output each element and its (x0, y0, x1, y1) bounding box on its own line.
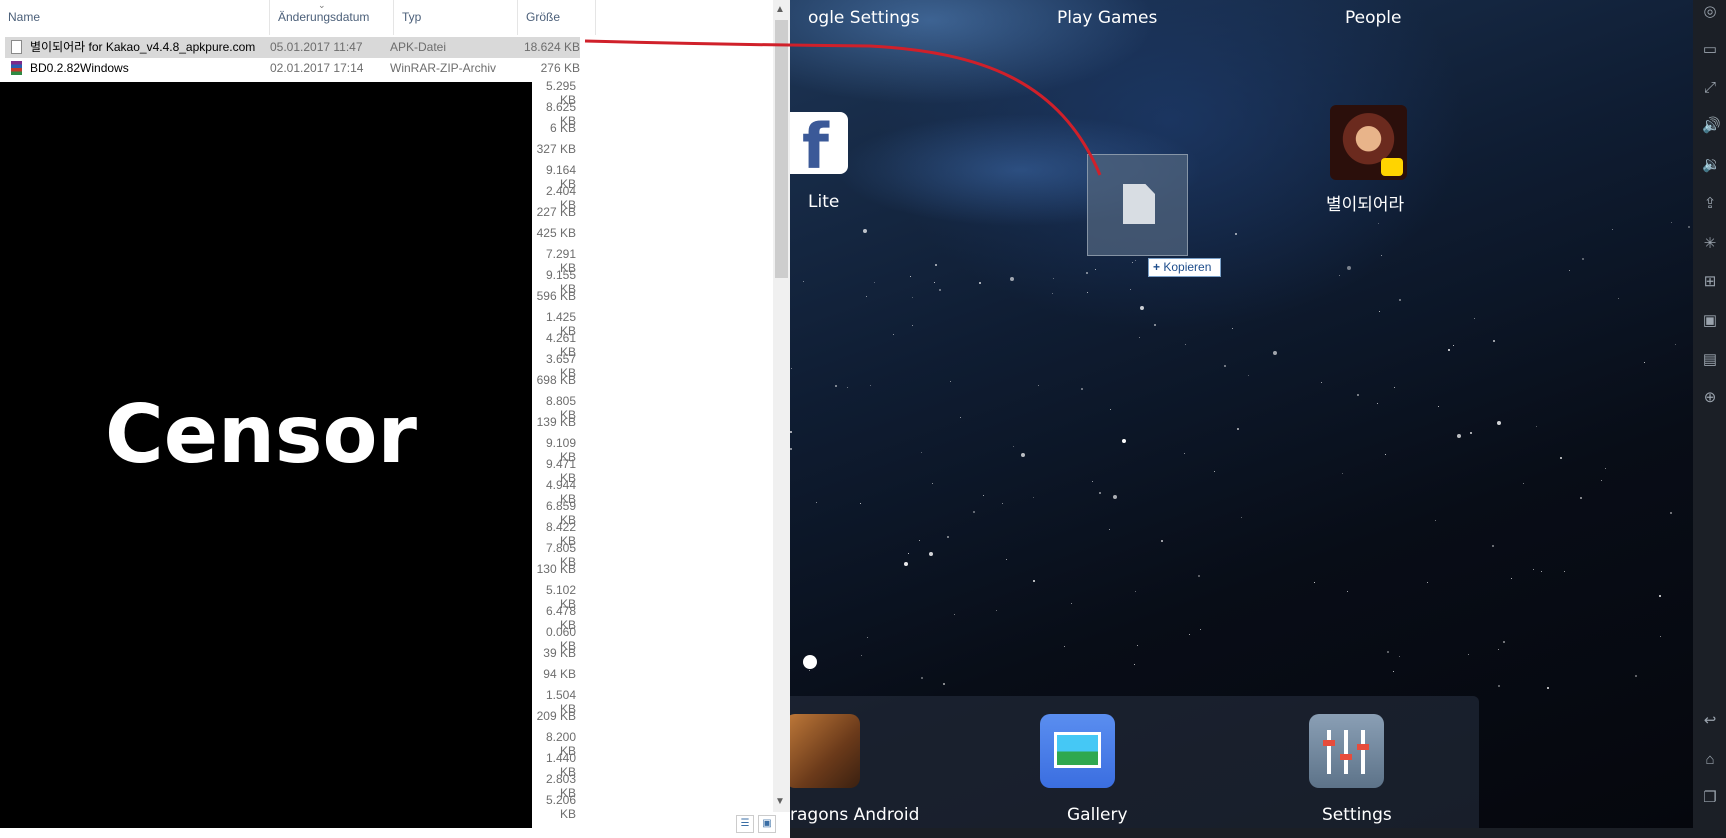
app-play-games-label[interactable]: Play Games (1057, 8, 1157, 28)
volume-down-icon[interactable]: 🔉 (1702, 157, 1721, 173)
fullscreen-icon[interactable]: ⤢ (1702, 80, 1718, 96)
file-size: 18.624 KB (523, 40, 580, 54)
file-size: 130 KB (536, 562, 576, 576)
app-people-label[interactable]: People (1345, 8, 1401, 28)
details-view-icon[interactable]: ☰ (736, 815, 754, 833)
emulator-sidebar: ◎ ▭ ⤢ 🔊 🔉 ⇪ ✳ ⊞ ▣ ▤ ⊕ ↩ ⌂ ❐ (1693, 0, 1726, 838)
column-header-size[interactable]: Größe (518, 0, 596, 35)
dragons-android-icon[interactable] (790, 714, 860, 788)
column-header-type[interactable]: Typ (394, 0, 518, 35)
censor-label: Censor (105, 388, 417, 481)
sort-arrow-icon: ⌄ (318, 0, 326, 10)
back-icon[interactable]: ↩ (1702, 713, 1718, 729)
app-dragons-android-label[interactable]: ragons Android (790, 805, 919, 825)
file-size: 6 KB (549, 121, 576, 135)
settings-icon[interactable] (1309, 714, 1384, 788)
file-date: 05.01.2017 11:47 (270, 40, 363, 54)
camera-icon[interactable]: ▣ (1702, 313, 1718, 329)
toolbox-icon[interactable]: ▤ (1702, 352, 1718, 368)
app-settings-label[interactable]: Settings (1322, 805, 1392, 825)
app-gallery-label[interactable]: Gallery (1067, 805, 1128, 825)
app-google-settings-label[interactable]: ogle Settings (808, 8, 920, 28)
facebook-lite-icon[interactable]: f (790, 110, 848, 183)
file-size: 596 KB (536, 289, 576, 303)
file-size: 39 KB (543, 646, 576, 660)
kakao-badge-icon (1381, 158, 1403, 176)
file-row[interactable]: BD0.2.82Windows 02.01.2017 17:14 WinRAR-… (5, 58, 580, 79)
add-icon[interactable]: ⊕ (1702, 390, 1718, 406)
file-size: 327 KB (536, 142, 576, 156)
document-file-icon (11, 40, 22, 54)
shake-icon[interactable]: ✳ (1702, 236, 1718, 252)
home-icon[interactable]: ⌂ (1702, 752, 1718, 768)
file-date: 02.01.2017 17:14 (270, 61, 364, 75)
volume-up-icon[interactable]: 🔊 (1702, 118, 1721, 134)
file-size: 94 KB (543, 667, 576, 681)
game-app-icon[interactable] (1330, 105, 1407, 180)
file-size: 425 KB (536, 226, 576, 240)
file-explorer: Name ⌄ Änderungsdatum Typ Größe 별이되어라 fo… (0, 0, 790, 838)
upload-apk-icon[interactable]: ⇪ (1702, 196, 1718, 212)
gallery-icon[interactable] (1040, 714, 1115, 788)
location-icon[interactable]: ◎ (1702, 4, 1718, 20)
large-icons-view-icon[interactable]: ▣ (758, 815, 776, 833)
file-size: 139 KB (536, 415, 576, 429)
drag-copy-tooltip: + Kopieren (1148, 258, 1221, 277)
file-size: 5.206 KB (545, 793, 576, 821)
scrollbar-thumb[interactable] (775, 20, 788, 278)
app-game-label[interactable]: 별이되어라 (1326, 190, 1404, 215)
app-facebook-lite-label[interactable]: Lite (808, 192, 839, 212)
file-name: BD0.2.82Windows (30, 61, 129, 75)
file-row[interactable]: 별이되어라 for Kakao_v4.4.8_apkpure.com 05.01… (5, 37, 580, 58)
page-indicator[interactable] (803, 655, 817, 669)
file-size: 276 KB (540, 61, 580, 75)
host-taskbar-strip (790, 828, 1693, 838)
android-home-screen: ogle Settings Play Games People f Lite 별… (790, 0, 1693, 828)
mouse-icon[interactable]: ⊞ (1702, 274, 1718, 290)
column-header-date[interactable]: ⌄ Änderungsdatum (270, 0, 394, 35)
winrar-archive-icon (11, 61, 22, 75)
file-size: 227 KB (536, 205, 576, 219)
column-header-name[interactable]: Name (0, 0, 270, 35)
recent-apps-icon[interactable]: ❐ (1702, 790, 1718, 806)
vertical-scrollbar[interactable]: ▲ ▼ (773, 0, 790, 812)
file-type: APK-Datei (390, 40, 447, 54)
drag-preview (1087, 154, 1188, 256)
plus-icon: + (1153, 260, 1161, 274)
scroll-down-icon[interactable]: ▼ (775, 796, 785, 807)
document-file-icon (1123, 184, 1155, 224)
keyboard-icon[interactable]: ▭ (1702, 42, 1718, 58)
file-size: 209 KB (536, 709, 576, 723)
file-name: 별이되어라 for Kakao_v4.4.8_apkpure.com (30, 40, 256, 54)
scroll-up-icon[interactable]: ▲ (775, 4, 785, 15)
drag-copy-label: Kopieren (1163, 260, 1212, 274)
file-size: 698 KB (536, 373, 576, 387)
